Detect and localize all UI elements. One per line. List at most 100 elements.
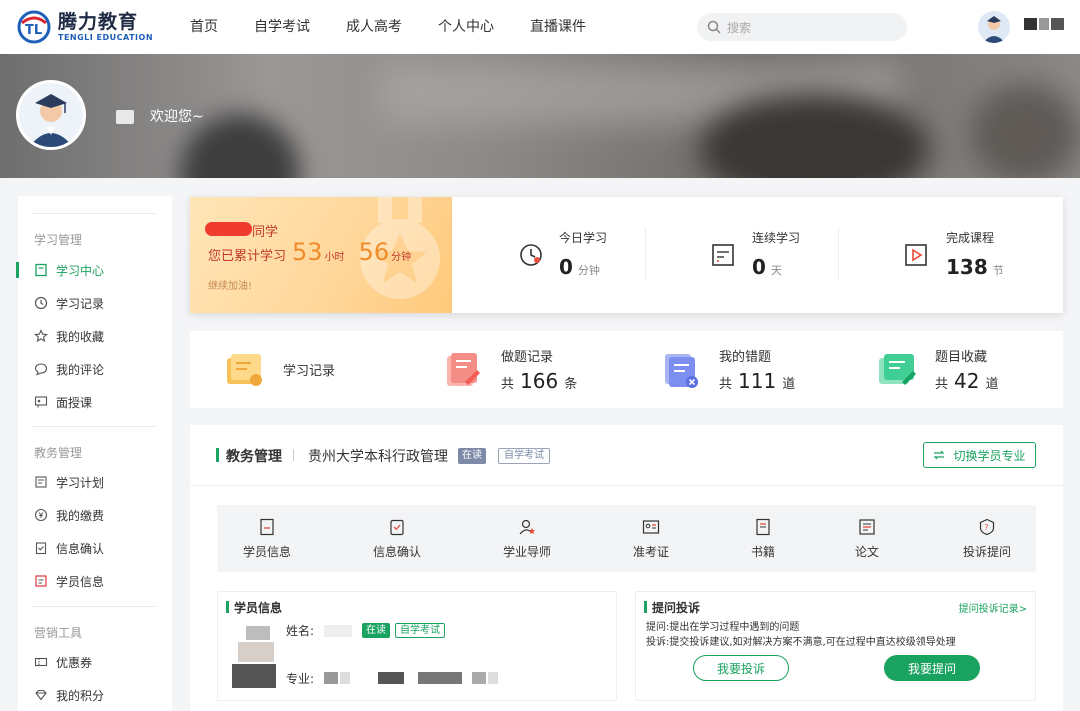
diamond-icon xyxy=(35,689,47,701)
complaint-complain-desc: 投诉:提交投诉建议,如对解决方案不满意,可在过程中直达校级领导处理 xyxy=(646,637,956,648)
study-stats-card: 同学 您已累计学习 53 小时 56 分钟 继续加油! 今日学习 0 分钟 连续… xyxy=(190,197,1063,313)
user-avatar[interactable] xyxy=(978,11,1010,43)
stat-completed-unit: 节 xyxy=(992,264,1004,277)
thesis-icon xyxy=(859,519,875,535)
complaint-title: 提问投诉 xyxy=(652,601,701,615)
svg-text:TL: TL xyxy=(25,23,42,38)
name-status-badge: 在读 xyxy=(362,623,390,638)
ask-question-button[interactable]: 我要提问 xyxy=(884,655,980,681)
service-thesis[interactable]: 论文 xyxy=(837,505,897,572)
service-complaint-question[interactable]: ? 投诉提问 xyxy=(947,505,1027,572)
id-card-icon xyxy=(35,575,47,587)
complain-button[interactable]: 我要投诉 xyxy=(693,655,789,681)
search-placeholder: 搜索 xyxy=(727,20,752,35)
welcome-text: 欢迎您~ xyxy=(150,109,204,125)
service-student-info[interactable]: 学员信息 xyxy=(237,505,297,572)
logo-icon: TL xyxy=(16,9,52,45)
sidebar-item-label: 我的积分 xyxy=(56,688,105,703)
search-input[interactable]: 搜索 xyxy=(697,13,907,41)
sidebar-item-comments[interactable]: 我的评论 xyxy=(18,359,172,379)
quick-exercise-unit: 条 xyxy=(564,377,578,392)
sidebar-item-label: 学习记录 xyxy=(56,296,105,311)
user-name-masked[interactable] xyxy=(1024,18,1064,30)
quick-exercise-title: 做题记录 xyxy=(501,350,554,365)
sidebar-item-label: 我的评论 xyxy=(56,362,105,377)
logo-text-cn: 腾力教育 xyxy=(58,10,139,33)
sidebar-item-label: 优惠券 xyxy=(56,655,93,670)
quick-study-record[interactable]: 学习记录 xyxy=(223,331,335,408)
sidebar-item-payment[interactable]: 我的缴费 xyxy=(18,505,172,525)
quick-exercise-record[interactable]: 做题记录 共 166 条 xyxy=(441,331,577,408)
total-minutes: 56 xyxy=(358,238,390,266)
sidebar-item-label: 我的缴费 xyxy=(56,508,105,523)
sidebar-item-info-confirm[interactable]: 信息确认 xyxy=(18,538,172,558)
nav-home[interactable]: 首页 xyxy=(190,0,218,54)
service-label: 书籍 xyxy=(750,545,775,559)
stat-today-unit: 分钟 xyxy=(577,264,600,277)
stat-streak: 连续学习 0 天 xyxy=(652,197,847,313)
welcome-banner: 欢迎您~ xyxy=(0,54,1080,178)
nav-personal-center[interactable]: 个人中心 xyxy=(438,0,494,54)
stat-completed: 完成课程 138 节 xyxy=(847,197,1063,313)
service-info-confirm[interactable]: 信息确认 xyxy=(367,505,427,572)
clock-icon xyxy=(34,296,48,310)
student-name-masked xyxy=(205,222,252,236)
clipboard-check-icon xyxy=(390,519,404,536)
switch-major-button[interactable]: 切换学员专业 xyxy=(923,442,1036,468)
sidebar-item-coupons[interactable]: 优惠券 xyxy=(18,652,172,672)
sidebar-item-study-center[interactable]: 学习中心 xyxy=(16,260,172,280)
sidebar-item-label: 学习中心 xyxy=(56,263,105,278)
nav-adult-exam[interactable]: 成人高考 xyxy=(346,0,402,54)
sidebar-group-academic: 教务管理 xyxy=(34,446,83,460)
student-info-card: 学员信息 姓名: 在读 自学考试 专业: xyxy=(217,591,617,701)
major-name: 贵州大学本科行政管理 xyxy=(308,449,448,465)
service-tutor[interactable]: 学业导师 xyxy=(497,505,557,572)
brand-logo[interactable]: TL 腾力教育 TENGLI EDUCATION xyxy=(16,9,153,45)
nav-live-courses[interactable]: 直播课件 xyxy=(530,0,586,54)
service-label: 投诉提问 xyxy=(962,545,1011,559)
sidebar-item-study-record[interactable]: 学习记录 xyxy=(18,293,172,313)
name-label: 姓名: xyxy=(286,624,315,638)
sidebar-item-study-plan[interactable]: 学习计划 xyxy=(18,472,172,492)
sidebar-item-label: 信息确认 xyxy=(56,541,105,556)
complaint-card: 提问投诉 提问投诉记录> 提问:提出在学习过程中遇到的问题 投诉:提交投诉建议,… xyxy=(635,591,1036,701)
sidebar-item-points[interactable]: 我的积分 xyxy=(18,685,172,705)
exam-type-badge: 自学考试 xyxy=(498,448,550,464)
coupon-icon xyxy=(34,657,48,667)
quick-favorites-unit: 道 xyxy=(985,377,999,392)
quick-favorites-prefix: 共 xyxy=(935,377,949,392)
major-label: 专业: xyxy=(286,672,315,686)
stat-today-title: 今日学习 xyxy=(559,231,608,245)
quick-study-record-title: 学习记录 xyxy=(283,364,336,379)
status-badge: 在读 xyxy=(458,448,486,464)
yen-icon xyxy=(34,508,48,522)
quick-wrong-questions[interactable]: 我的错题 共 111 道 xyxy=(659,331,795,408)
profile-avatar[interactable] xyxy=(16,80,86,150)
service-admission-ticket[interactable]: 准考证 xyxy=(621,505,681,572)
book-icon xyxy=(756,518,770,536)
sidebar-item-student-info[interactable]: 学员信息 xyxy=(18,571,172,591)
plan-icon xyxy=(35,476,47,488)
note-icon xyxy=(447,352,480,386)
quick-favorites-title: 题目收藏 xyxy=(935,350,988,365)
quick-wrong-count: 111 xyxy=(738,369,777,393)
service-books[interactable]: 书籍 xyxy=(733,505,793,572)
nav-self-study-exam[interactable]: 自学考试 xyxy=(254,0,310,54)
search-icon xyxy=(707,20,721,34)
classroom-icon xyxy=(34,396,48,408)
svg-text:?: ? xyxy=(984,523,988,532)
complaint-record-link[interactable]: 提问投诉记录> xyxy=(959,600,1027,615)
sidebar-item-label: 我的收藏 xyxy=(56,329,105,344)
complaint-question-desc: 提问:提出在学习过程中遇到的问题 xyxy=(646,622,800,633)
quick-favorites-count: 42 xyxy=(954,369,980,393)
academic-panel: 教务管理 贵州大学本科行政管理 在读 自学考试 切换学员专业 学员信息 信息确认… xyxy=(190,425,1063,711)
stat-today: 今日学习 0 分钟 xyxy=(452,197,652,313)
comment-icon xyxy=(34,363,48,376)
document-icon xyxy=(260,518,274,536)
sidebar-item-face-class[interactable]: 面授课 xyxy=(18,392,172,412)
quick-question-favorites[interactable]: 题目收藏 共 42 道 xyxy=(875,331,998,408)
quick-wrong-title: 我的错题 xyxy=(719,350,772,365)
top-navbar: TL 腾力教育 TENGLI EDUCATION 首页 自学考试 成人高考 个人… xyxy=(0,0,1080,54)
clock-icon xyxy=(520,244,542,266)
sidebar-item-favorites[interactable]: 我的收藏 xyxy=(18,326,172,346)
